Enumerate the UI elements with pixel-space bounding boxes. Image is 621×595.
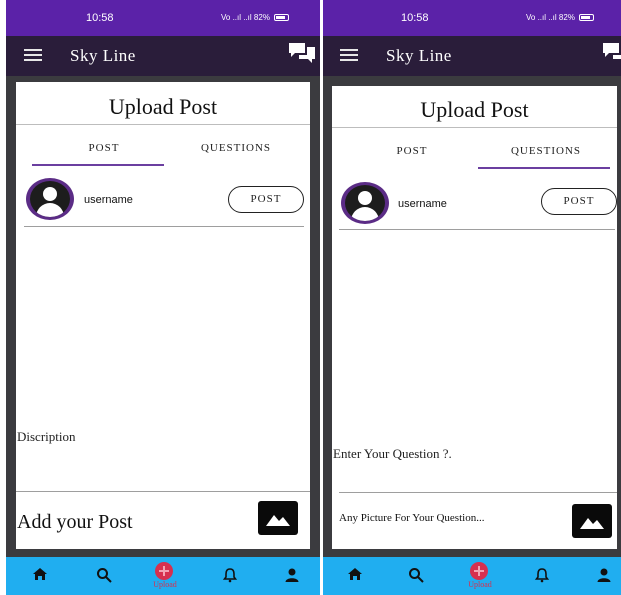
battery-percent: 82% — [558, 13, 575, 22]
avatar — [26, 178, 74, 220]
person-icon — [597, 568, 611, 582]
status-time: 10:58 — [401, 12, 429, 24]
app-title: Sky Line — [70, 46, 136, 65]
add-post-input[interactable]: Add your Post — [17, 511, 133, 534]
phone-screen-post: 10:58 Vo ..ıl ..ıl 82% Sky Line Upload P… — [6, 0, 320, 595]
question-underline — [339, 492, 617, 493]
network-signal: Vo ..ıl ..ıl — [221, 13, 252, 22]
nav-search[interactable] — [89, 557, 119, 595]
description-input[interactable]: Discription — [17, 429, 76, 445]
network-signal: Vo ..ıl ..ıl — [526, 13, 557, 22]
bottom-nav: Upload — [323, 557, 621, 595]
hamburger-menu-icon[interactable] — [340, 49, 358, 61]
app-bar: Sky Line — [323, 36, 621, 76]
battery-icon — [579, 14, 595, 22]
app-bar: Sky Line — [6, 36, 320, 76]
phone-screen-questions: 10:58 Vo ..ıl ..ıl 82% Sky Line Upload P… — [323, 0, 621, 595]
active-tab-indicator — [478, 167, 610, 169]
tab-post[interactable]: POST — [38, 142, 170, 154]
nav-search[interactable] — [401, 557, 431, 595]
bottom-nav: Upload — [6, 557, 320, 595]
bell-icon — [222, 568, 238, 583]
user-row-divider — [24, 226, 304, 227]
title-divider — [16, 124, 310, 125]
description-underline — [16, 491, 310, 492]
upload-icon — [155, 562, 173, 580]
tab-post[interactable]: POST — [346, 145, 478, 157]
post-button[interactable]: POST — [228, 186, 304, 213]
post-button[interactable]: POST — [541, 188, 617, 215]
home-icon — [348, 568, 362, 580]
person-avatar-icon — [30, 181, 70, 217]
nav-notifications[interactable] — [527, 557, 557, 595]
app-title: Sky Line — [386, 46, 452, 65]
status-indicators: Vo ..ıl ..ıl 82% — [221, 13, 290, 22]
content-frame: Upload Post POST QUESTIONS username POST… — [323, 76, 621, 557]
image-picker-button[interactable] — [572, 504, 612, 538]
nav-notifications[interactable] — [215, 557, 245, 595]
status-time: 10:58 — [86, 12, 114, 24]
title-divider — [332, 127, 617, 128]
upload-label: Upload — [153, 580, 177, 589]
upload-card: Upload Post POST QUESTIONS username POST… — [332, 86, 617, 549]
question-input[interactable]: Enter Your Question ?. — [333, 446, 452, 462]
page-title: Upload Post — [420, 97, 529, 122]
user-row-divider — [339, 229, 615, 230]
nav-upload[interactable]: Upload — [151, 557, 181, 595]
nav-home[interactable] — [340, 557, 370, 595]
bell-icon — [534, 568, 550, 583]
nav-upload[interactable]: Upload — [466, 557, 496, 595]
status-indicators: Vo ..ıl ..ıl 82% — [526, 13, 595, 22]
status-bar: 10:58 Vo ..ıl ..ıl 82% — [323, 0, 621, 36]
chat-bubbles-icon[interactable] — [601, 41, 621, 65]
nav-profile[interactable] — [589, 557, 619, 595]
username-label: username — [398, 198, 447, 210]
nav-profile[interactable] — [277, 557, 307, 595]
image-icon — [266, 515, 290, 526]
page-title: Upload Post — [108, 94, 218, 119]
search-icon — [97, 568, 112, 583]
hamburger-menu-icon[interactable] — [24, 49, 42, 61]
upload-label: Upload — [468, 580, 492, 589]
image-picker-button[interactable] — [258, 501, 298, 535]
battery-percent: 82% — [253, 13, 270, 22]
person-avatar-icon — [345, 185, 385, 221]
chat-bubbles-icon[interactable] — [287, 41, 317, 65]
tab-questions[interactable]: QUESTIONS — [480, 145, 612, 157]
status-bar: 10:58 Vo ..ıl ..ıl 82% — [6, 0, 320, 36]
active-tab-indicator — [32, 164, 164, 166]
upload-icon — [470, 562, 488, 580]
content-frame: Upload Post POST QUESTIONS username POST… — [6, 76, 320, 557]
person-icon — [285, 568, 299, 582]
question-picture-input[interactable]: Any Picture For Your Question... — [339, 512, 484, 524]
image-icon — [580, 518, 604, 529]
username-label: username — [84, 194, 133, 206]
battery-icon — [274, 14, 290, 22]
nav-home[interactable] — [25, 557, 55, 595]
home-icon — [33, 568, 47, 580]
tab-questions[interactable]: QUESTIONS — [170, 142, 302, 154]
avatar — [341, 182, 389, 224]
search-icon — [409, 568, 424, 583]
upload-card: Upload Post POST QUESTIONS username POST… — [16, 82, 310, 549]
